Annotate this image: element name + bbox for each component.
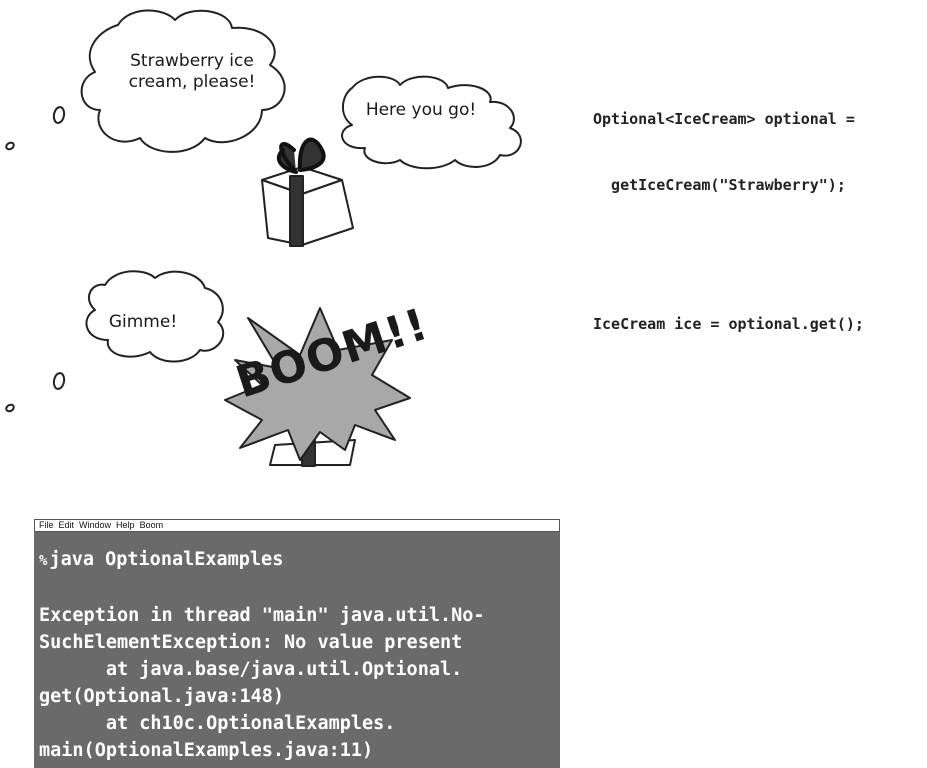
menu-edit[interactable]: Edit: [59, 520, 75, 530]
terminal-command-line: % java OptionalExamples: [39, 546, 560, 575]
code-line: getIceCream("Strawberry");: [593, 176, 846, 194]
code-line: Optional<IceCream> optional =: [593, 110, 855, 128]
speech-line: Strawberry ice: [130, 51, 254, 71]
speech-text-gimme: Gimme!: [108, 312, 178, 332]
speech-cloud-here-you-go: [341, 75, 522, 170]
terminal-output-line: at java.base/java.util.Optional.: [39, 659, 463, 680]
terminal-output-line: SuchElementException: No value present: [39, 632, 463, 653]
menu-window[interactable]: Window: [79, 520, 111, 530]
terminal-window: File Edit Window Help Boom % java OptionalExa…: [34, 519, 560, 768]
terminal-output-line: Exception in thread "main" java.util.No-: [39, 605, 485, 626]
code-line-optional-get: IceCream ice = optional.get();: [593, 315, 864, 333]
terminal-command: java OptionalExamples: [49, 549, 284, 570]
gift-box: [261, 137, 354, 247]
terminal-output: % java OptionalExamples Exception in threa…: [34, 532, 560, 764]
speech-text-here-you-go: Here you go!: [365, 100, 477, 120]
terminal-output-line: at ch10c.OptionalExamples.: [39, 713, 396, 734]
menu-help[interactable]: Help: [116, 520, 135, 530]
thought-dot-large: [52, 106, 66, 124]
terminal-output-line: main(OptionalExamples.java:11): [39, 740, 374, 761]
menu-file[interactable]: File: [39, 520, 54, 530]
thought-dot-small: [5, 403, 15, 413]
speech-text-strawberry: Strawberry ice cream, please!: [118, 51, 266, 93]
menu-boom[interactable]: Boom: [140, 520, 164, 530]
terminal-menubar: File Edit Window Help Boom: [34, 519, 560, 532]
thought-dot-large: [52, 372, 66, 390]
speech-line: cream, please!: [128, 72, 256, 92]
thought-dot-small: [5, 141, 15, 151]
terminal-output-line: get(Optional.java:148): [39, 686, 285, 707]
code-block-get-ice-cream: Optional<IceCream> optional = getIceCrea…: [593, 64, 855, 218]
prompt-symbol: %: [39, 553, 48, 569]
